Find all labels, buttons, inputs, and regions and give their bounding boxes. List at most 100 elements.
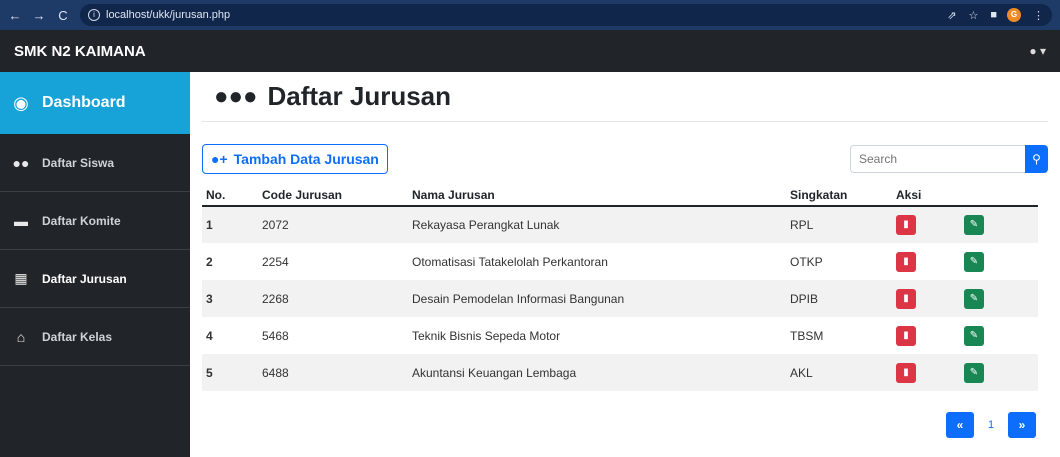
cell-singkatan: TBSM	[790, 328, 824, 343]
user-edit-icon: ✎	[969, 255, 979, 267]
jurusan-table: No. Code Jurusan Nama Jurusan Singkatan …	[202, 184, 1038, 391]
delete-button[interactable]: ▮	[896, 325, 916, 346]
cell-no: 1	[202, 206, 258, 243]
institution-icon: ⌂	[16, 328, 26, 345]
profile-avatar[interactable]: G	[1007, 8, 1021, 22]
sidebar-item-siswa[interactable]: ●● Daftar Siswa	[0, 134, 190, 192]
edit-button[interactable]: ✎	[964, 251, 984, 272]
next-page-button[interactable]: »	[1008, 412, 1036, 438]
sidebar: ◉ Dashboard ●● Daftar Siswa ▬ Daftar Kom…	[0, 72, 190, 457]
id-card-icon: ▬	[14, 212, 28, 229]
browser-bar: ← → C i localhost/ukk/jurusan.php ⇗ ☆ ■ …	[0, 0, 1060, 30]
delete-button[interactable]: ▮	[896, 288, 916, 309]
pagination: « 1 »	[946, 412, 1036, 438]
menu-icon[interactable]: ⋮	[1033, 9, 1044, 22]
address-bar[interactable]: i localhost/ukk/jurusan.php ⇗ ☆ ■ G ⋮	[80, 4, 1052, 26]
sidebar-item-jurusan[interactable]: ▦ Daftar Jurusan	[0, 250, 190, 308]
col-header-nama: Nama Jurusan	[408, 184, 786, 207]
user-edit-icon: ✎	[969, 292, 979, 304]
cell-no: 4	[206, 328, 213, 343]
sidebar-item-kelas[interactable]: ⌂ Daftar Kelas	[0, 308, 190, 366]
user-edit-icon: ✎	[969, 219, 979, 230]
cell-aksi: ▮ ✎	[892, 354, 1038, 391]
cell-singkatan: OTKP	[790, 254, 823, 269]
cell-singkatan: RPL	[786, 206, 892, 243]
reload-icon[interactable]: C	[56, 8, 70, 23]
cell-aksi: ▮ ✎	[892, 280, 1038, 317]
col-header-no: No.	[202, 184, 258, 207]
cell-code: 2268	[258, 280, 408, 317]
cell-aksi: ▮ ✎	[892, 243, 1038, 280]
table-row: 1 2072 Rekayasa Perangkat Lunak RPL ▮ ✎	[202, 206, 1038, 243]
edit-button[interactable]: ✎	[964, 362, 984, 383]
sidebar-item-label: Daftar Jurusan	[42, 271, 127, 286]
cell-code: 5468	[262, 328, 289, 343]
back-icon[interactable]: ←	[8, 8, 22, 23]
trash-icon: ▮	[903, 292, 909, 304]
users-icon: ●●	[12, 154, 30, 171]
cell-code: 6488	[258, 354, 408, 391]
cell-no: 5	[202, 354, 258, 391]
edit-button[interactable]: ✎	[964, 215, 984, 235]
sidebar-item-label: Dashboard	[42, 94, 126, 111]
cell-singkatan: AKL	[786, 354, 892, 391]
user-plus-icon: ●+	[211, 151, 228, 167]
cell-code: 2254	[262, 254, 289, 269]
trash-icon: ▮	[903, 255, 909, 267]
edit-button[interactable]: ✎	[964, 325, 984, 346]
add-jurusan-button[interactable]: ●+ Tambah Data Jurusan	[202, 144, 388, 174]
page-title: ●●● Daftar Jurusan	[202, 72, 1048, 122]
edit-button[interactable]: ✎	[964, 288, 984, 309]
page-number[interactable]: 1	[974, 412, 1008, 438]
col-header-code: Code Jurusan	[258, 184, 408, 207]
users-icon: ●●●	[214, 82, 258, 110]
cell-code: 2072	[258, 206, 408, 243]
cell-nama: Teknik Bisnis Sepeda Motor	[412, 328, 561, 343]
sidebar-item-dashboard[interactable]: ◉ Dashboard	[0, 72, 190, 134]
cell-aksi: ▮ ✎	[892, 317, 1038, 354]
star-icon[interactable]: ☆	[968, 9, 978, 22]
add-button-label: Tambah Data Jurusan	[233, 151, 379, 167]
cell-nama: Rekayasa Perangkat Lunak	[408, 206, 786, 243]
col-header-aksi: Aksi	[892, 184, 1038, 207]
dashboard-icon: ◉	[13, 92, 29, 113]
search-icon: ⚲	[1032, 152, 1041, 166]
trash-icon: ▮	[903, 219, 909, 230]
trash-icon: ▮	[903, 366, 909, 378]
prev-page-button[interactable]: «	[946, 412, 974, 438]
building-icon: ▦	[14, 270, 28, 286]
cell-aksi: ▮ ✎	[892, 206, 1038, 243]
cell-no: 2	[206, 254, 213, 269]
url-text[interactable]: localhost/ukk/jurusan.php	[106, 9, 230, 21]
table-row: 2 2254 Otomatisasi Tatakelolah Perkantor…	[202, 243, 1038, 280]
cell-nama: Desain Pemodelan Informasi Bangunan	[408, 280, 786, 317]
forward-icon[interactable]: →	[32, 8, 46, 23]
cell-nama: Akuntansi Keuangan Lembaga	[408, 354, 786, 391]
cell-nama: Otomatisasi Tatakelolah Perkantoran	[412, 254, 608, 269]
brand[interactable]: SMK N2 KAIMANA	[14, 43, 146, 60]
delete-button[interactable]: ▮	[896, 251, 916, 272]
user-menu[interactable]: ● ▾	[1029, 44, 1046, 58]
app-navbar: SMK N2 KAIMANA ● ▾	[0, 30, 1060, 72]
search-button[interactable]: ⚲	[1025, 145, 1048, 173]
sidebar-item-komite[interactable]: ▬ Daftar Komite	[0, 192, 190, 250]
table-row: 4 5468 Teknik Bisnis Sepeda Motor TBSM ▮…	[202, 317, 1038, 354]
delete-button[interactable]: ▮	[896, 215, 916, 235]
search-input[interactable]	[850, 145, 1025, 173]
user-icon: ●	[1029, 44, 1037, 58]
table-row: 3 2268 Desain Pemodelan Informasi Bangun…	[202, 280, 1038, 317]
delete-button[interactable]: ▮	[896, 362, 916, 383]
user-edit-icon: ✎	[969, 329, 979, 341]
cell-singkatan: DPIB	[786, 280, 892, 317]
cell-no: 3	[202, 280, 258, 317]
main-content: ●●● Daftar Jurusan ●+ Tambah Data Jurusa…	[190, 72, 1060, 457]
table-row: 5 6488 Akuntansi Keuangan Lembaga AKL ▮ ✎	[202, 354, 1038, 391]
sidebar-item-label: Daftar Kelas	[42, 329, 113, 344]
share-icon[interactable]: ⇗	[947, 9, 956, 22]
sidebar-item-label: Daftar Siswa	[42, 155, 115, 170]
user-edit-icon: ✎	[969, 366, 979, 378]
info-icon[interactable]: i	[88, 9, 100, 21]
window-icon[interactable]: ■	[990, 9, 997, 21]
trash-icon: ▮	[903, 329, 909, 341]
page-title-text: Daftar Jurusan	[267, 81, 452, 111]
